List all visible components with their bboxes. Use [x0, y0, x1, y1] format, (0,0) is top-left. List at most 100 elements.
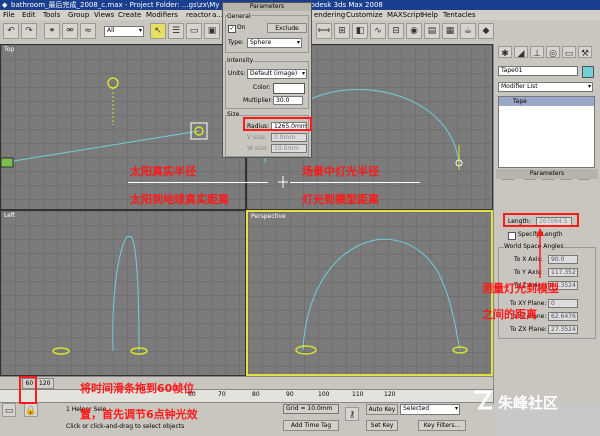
- modify-tab-icon[interactable]: ◢: [514, 46, 528, 59]
- left-viewport-scene: [52, 235, 148, 355]
- chevron-down-icon: ▾: [587, 83, 591, 90]
- menu-views[interactable]: Views: [94, 10, 114, 20]
- units-dropdown[interactable]: Default (image) ▾: [247, 69, 307, 79]
- multiplier-spinner[interactable]: 30.0: [273, 96, 303, 105]
- specify-length-label: Specify Length: [518, 231, 563, 238]
- modifier-stack: Tape: [498, 96, 595, 168]
- display-tab-icon[interactable]: ▭: [562, 46, 576, 59]
- key-icon[interactable]: ⚷: [345, 407, 359, 421]
- select-object-icon[interactable]: ↖: [150, 23, 166, 39]
- rollout-title[interactable]: Parameters: [223, 3, 311, 11]
- menu-reactor[interactable]: reactor: [186, 10, 211, 20]
- prompt-line: Click or click-and-drag to select object…: [66, 423, 185, 430]
- vsize-spinner[interactable]: 0.0mm: [271, 133, 307, 142]
- menu-help[interactable]: Help: [422, 10, 438, 20]
- size-group-label: Size: [227, 111, 240, 118]
- on-label: On: [237, 24, 246, 31]
- color-label: Color:: [253, 84, 271, 91]
- create-tab-icon[interactable]: ✱: [498, 46, 512, 59]
- menu-file[interactable]: File: [3, 10, 15, 20]
- timeline-tick: 110: [352, 391, 364, 398]
- timeline-tick: 100: [318, 391, 330, 398]
- bind-spacewarp-icon[interactable]: ≈: [80, 23, 96, 39]
- schematic-icon[interactable]: ⊟: [388, 23, 404, 39]
- stack-item-tape[interactable]: Tape: [499, 97, 594, 106]
- timeline-tick: 90: [286, 391, 294, 398]
- annotation-divider: [290, 182, 420, 183]
- menu-tools[interactable]: Tools: [43, 10, 60, 20]
- chevron-down-icon: ▾: [454, 405, 458, 412]
- menu-rendering[interactable]: endering: [314, 10, 345, 20]
- annotation-timeline-note2: 置，首先调节6点钟光效: [80, 408, 198, 421]
- exclude-button[interactable]: Exclude: [267, 23, 307, 33]
- object-color-swatch[interactable]: [582, 66, 594, 78]
- motion-tab-icon[interactable]: ◎: [546, 46, 560, 59]
- annotation-scene-radius: 场景中灯光半径: [302, 165, 379, 178]
- multiplier-label: Multiplier:: [243, 97, 273, 104]
- curve-editor-icon[interactable]: ∿: [370, 23, 386, 39]
- selection-filter-dropdown[interactable]: All ▾: [104, 26, 144, 37]
- window-crossing-icon[interactable]: ▣: [204, 23, 220, 39]
- layer-manager-icon[interactable]: ◧: [352, 23, 368, 39]
- on-checkbox[interactable]: ✓: [228, 25, 236, 33]
- undo-icon[interactable]: ↶: [3, 23, 19, 39]
- menu-tentacles[interactable]: Tentacles: [443, 10, 476, 20]
- utilities-tab-icon[interactable]: ⚒: [578, 46, 592, 59]
- render-frame-icon[interactable]: ▦: [442, 23, 458, 39]
- menu-customize[interactable]: Customize: [346, 10, 383, 20]
- set-key-button[interactable]: Set Key: [366, 420, 398, 431]
- auto-key-button[interactable]: Auto Key: [366, 404, 398, 415]
- select-by-name-icon[interactable]: ☰: [168, 23, 184, 39]
- angle-value[interactable]: 90.0: [548, 255, 578, 264]
- angle-value[interactable]: 62.6476: [548, 312, 578, 321]
- viewport-left[interactable]: Left: [0, 210, 246, 376]
- key-filters-button[interactable]: Key Filters...: [418, 420, 466, 431]
- modifier-list-dropdown[interactable]: Modifier List ▾: [498, 82, 593, 92]
- lock-selection-icon[interactable]: 🔒: [24, 403, 38, 417]
- rect-selection-icon[interactable]: ▭: [186, 23, 202, 39]
- parameters-rollout-header[interactable]: Parameters: [496, 169, 598, 179]
- quick-render-icon[interactable]: ☕: [460, 23, 476, 39]
- timeline-tick: 80: [252, 391, 260, 398]
- render-setup-icon[interactable]: ▤: [424, 23, 440, 39]
- redo-icon[interactable]: ↷: [21, 23, 37, 39]
- wsize-spinner[interactable]: 10.0mm: [271, 144, 307, 153]
- annotation-divider: [128, 182, 268, 183]
- maxscript-listener-icon[interactable]: ▭: [2, 403, 16, 417]
- object-name-field[interactable]: Tape01: [498, 66, 578, 76]
- world-space-angles-label: World Space Angles: [504, 243, 564, 250]
- angle-value[interactable]: 27.3524: [548, 325, 578, 334]
- length-highlight-box: [503, 213, 579, 227]
- color-swatch[interactable]: [273, 83, 305, 94]
- chevron-down-icon: ▾: [296, 39, 300, 46]
- angle-label: To ZX Plane:: [510, 326, 547, 333]
- unlink-icon[interactable]: ⚮: [62, 23, 78, 39]
- menu-edit[interactable]: Edit: [22, 10, 36, 20]
- grid-readout: Grid = 10.0mm: [283, 404, 339, 414]
- mirror-icon[interactable]: ⟺: [316, 23, 332, 39]
- specify-length-checkbox[interactable]: [508, 232, 516, 240]
- align-icon[interactable]: ⊞: [334, 23, 350, 39]
- add-time-tag-button[interactable]: Add Time Tag: [283, 420, 339, 431]
- material-editor-icon[interactable]: ◉: [406, 23, 422, 39]
- type-dropdown[interactable]: Sphere ▾: [247, 38, 302, 48]
- viewport-top[interactable]: Top: [0, 44, 246, 210]
- render-active-icon[interactable]: ◆: [478, 23, 494, 39]
- menu-group[interactable]: Group: [68, 10, 89, 20]
- menu-create[interactable]: Create: [118, 10, 141, 20]
- annotation-measure-2: 之间的距离: [482, 308, 537, 321]
- menu-maxscript[interactable]: MAXScript: [387, 10, 423, 20]
- intensity-group-label: Intensity: [227, 57, 254, 64]
- viewport-perspective[interactable]: Perspective: [246, 210, 493, 376]
- menu-modifiers[interactable]: Modifiers: [146, 10, 178, 20]
- hierarchy-tab-icon[interactable]: ⊥: [530, 46, 544, 59]
- perspective-viewport-scene: [295, 238, 468, 355]
- select-link-icon[interactable]: ⚭: [44, 23, 60, 39]
- annotation-sun-radius: 太阳真实半径: [130, 165, 196, 178]
- angle-value[interactable]: 117.352: [548, 268, 578, 277]
- selected-dropdown[interactable]: Selected ▾: [400, 404, 460, 415]
- angle-label: To Y Axis:: [514, 269, 543, 276]
- track-bar[interactable]: [0, 389, 493, 403]
- app-icon: ◆: [2, 1, 8, 9]
- angle-value[interactable]: 0: [548, 299, 578, 308]
